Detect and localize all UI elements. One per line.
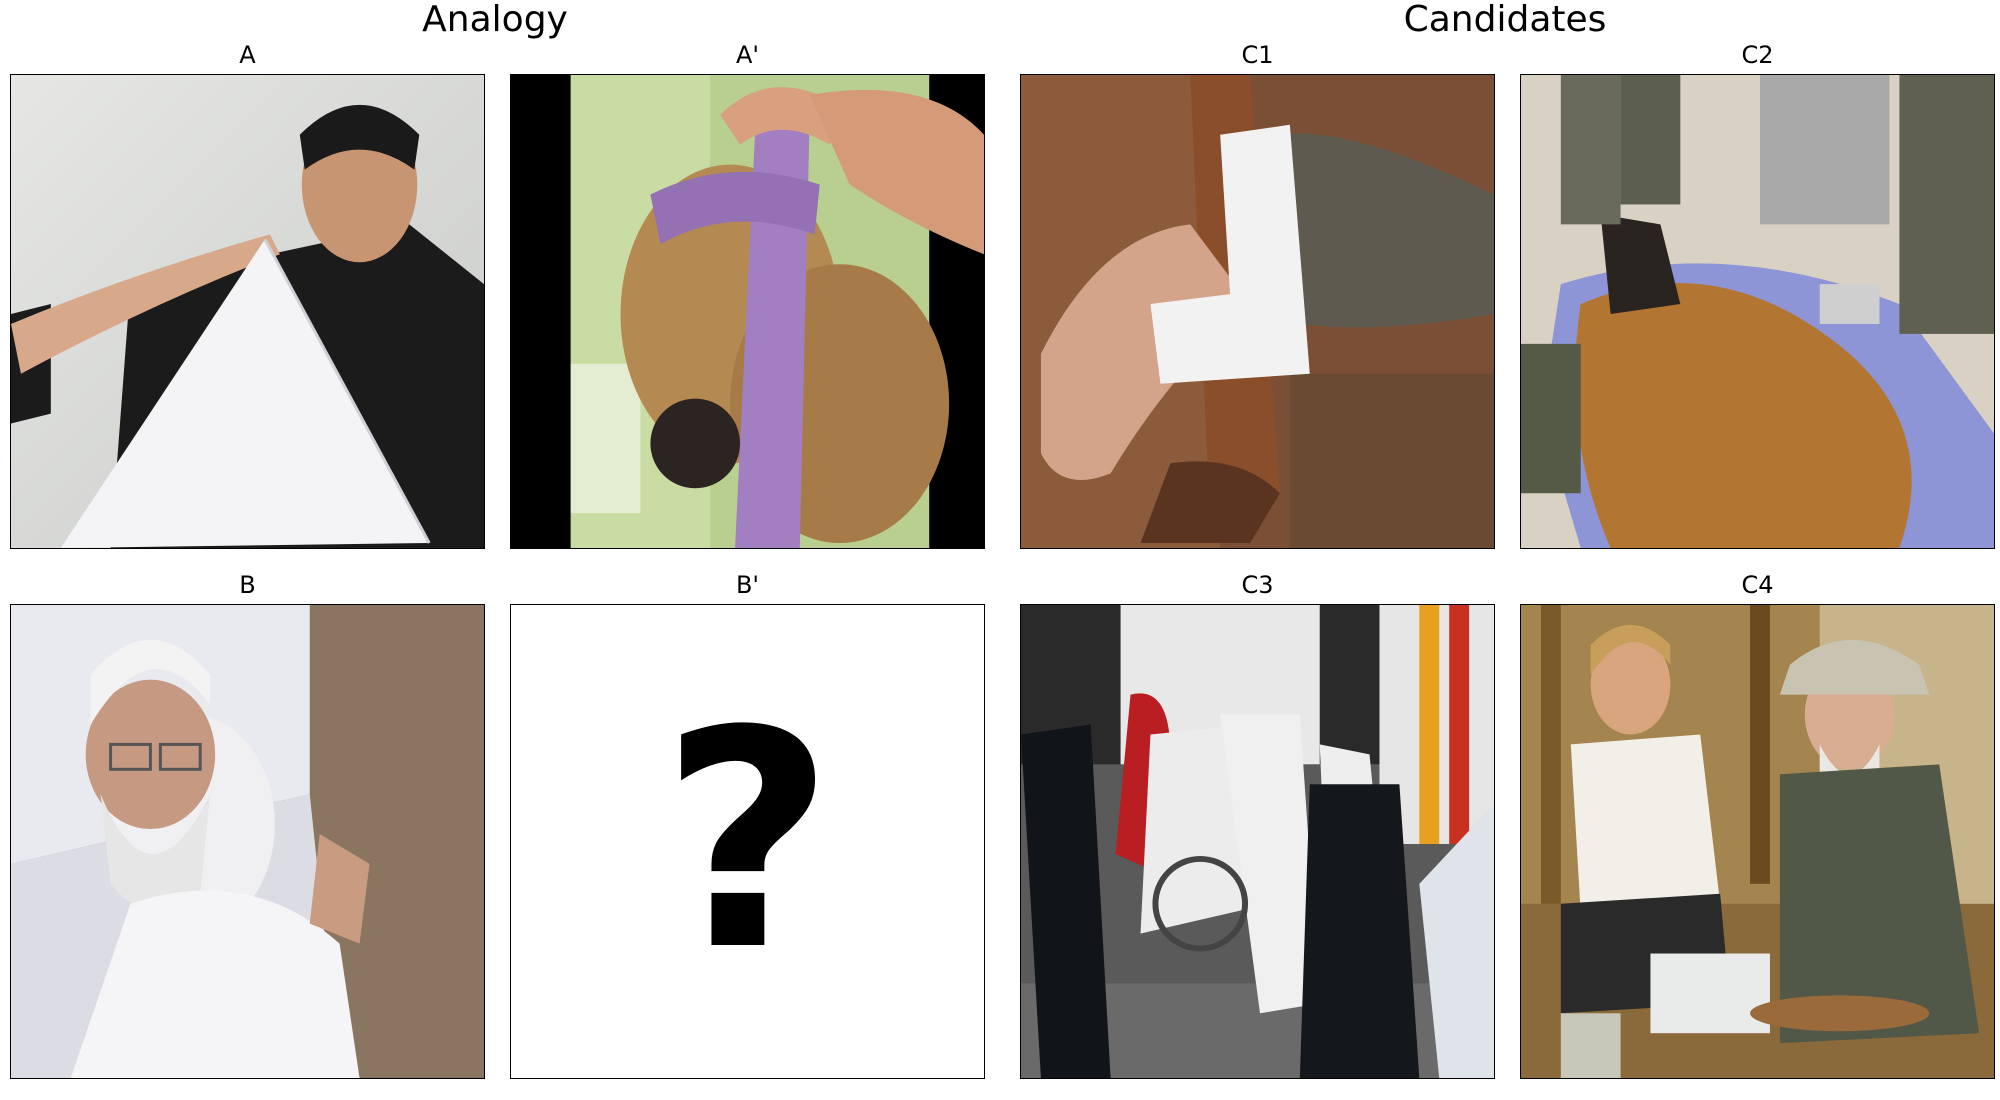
panel-label-a-prime: A' [735, 41, 759, 69]
panel-a-prime-image [510, 74, 985, 549]
panel-label-c1: C1 [1241, 41, 1274, 69]
panel-a-image [10, 74, 485, 549]
man-with-arm-sling-photo [11, 75, 484, 548]
panel-label-c3: C3 [1241, 571, 1274, 599]
panel-label-c2: C2 [1741, 41, 1774, 69]
panel-label-c4: C4 [1741, 571, 1774, 599]
hazmat-ambulance-scene-photo [1021, 605, 1494, 1078]
panel-c3-image [1020, 604, 1495, 1079]
analogy-title: Analogy [422, 0, 568, 40]
panel-b-image [10, 604, 485, 1079]
panel-c4-image [1520, 604, 1995, 1079]
panel-label-a: A [239, 41, 256, 69]
dog-on-medical-table-photo [1521, 75, 1994, 548]
panel-c1-image [1020, 74, 1495, 549]
panel-label-b: B [239, 571, 256, 599]
panel-c2-image [1520, 74, 1995, 549]
panel-label-b-prime: B' [735, 571, 760, 599]
elderly-man-in-bed-photo [11, 605, 484, 1078]
dog-paw-bandage-photo [1021, 75, 1494, 548]
toy-dog-head-bandage-photo [511, 75, 984, 548]
question-mark-icon: ? [660, 667, 835, 1016]
bandaging-old-man-hand-photo [1521, 605, 1994, 1078]
candidates-title: Candidates [1403, 0, 1607, 40]
panel-b-prime-image: ? [510, 604, 985, 1079]
